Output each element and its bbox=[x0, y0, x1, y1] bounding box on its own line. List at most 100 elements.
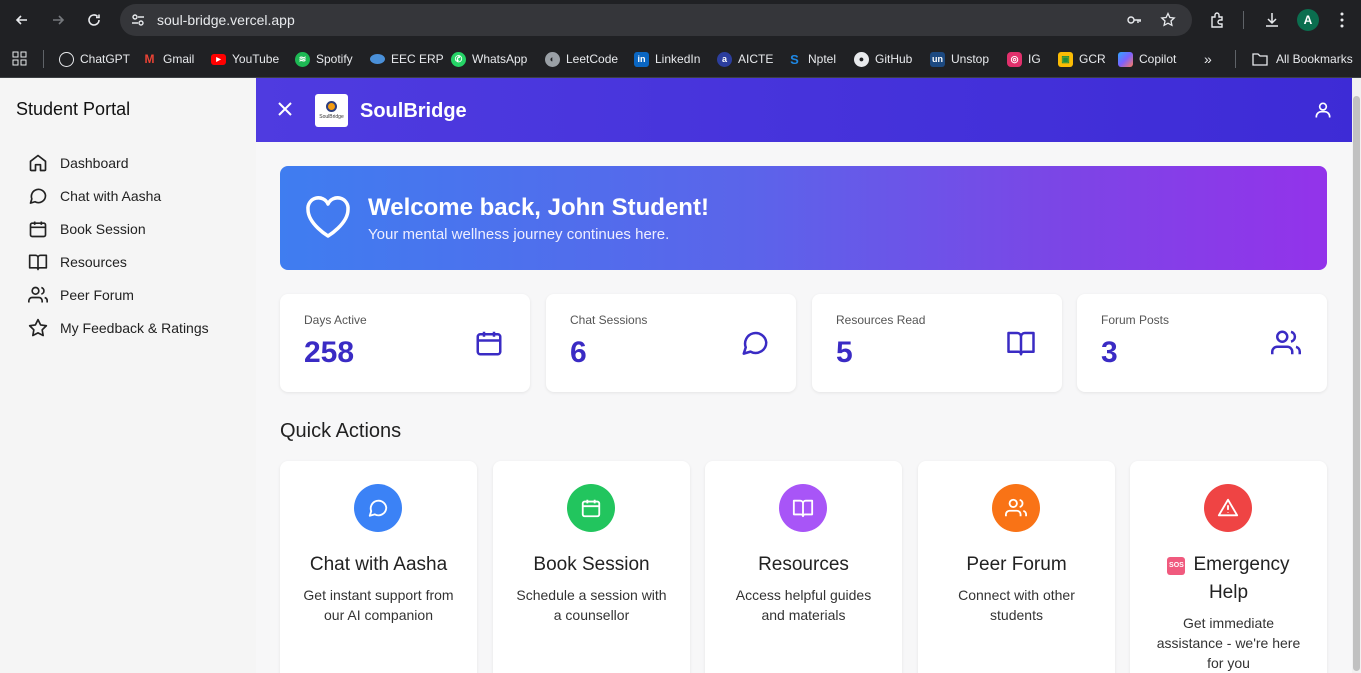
bookmark-ig[interactable]: ◎ IG bbox=[1007, 50, 1041, 68]
reload-icon bbox=[88, 14, 100, 26]
bookmark-whatsapp[interactable]: ✆ WhatsApp bbox=[451, 50, 527, 68]
sidebar-item-resources[interactable]: Resources bbox=[28, 251, 127, 273]
bookmark-leetcode[interactable]: ◐ LeetCode bbox=[545, 50, 618, 68]
stat-value: 6 bbox=[570, 336, 587, 369]
chat-icon bbox=[742, 331, 768, 355]
url-text[interactable]: soul-bridge.vercel.app bbox=[157, 12, 295, 28]
bookmark-gmail[interactable]: M Gmail bbox=[142, 50, 195, 68]
sidebar-item-book-session[interactable]: Book Session bbox=[28, 218, 146, 240]
profile-avatar[interactable]: A bbox=[1297, 9, 1319, 31]
forward-button[interactable] bbox=[46, 8, 70, 32]
back-button[interactable] bbox=[10, 8, 34, 32]
bookmark-aicte[interactable]: a AICTE bbox=[717, 50, 773, 68]
quick-action-chat[interactable]: Chat with Aasha Get instant support from… bbox=[280, 461, 477, 673]
welcome-banner: Welcome back, John Student! Your mental … bbox=[280, 166, 1327, 270]
arrow-right-icon bbox=[53, 15, 65, 25]
sidebar-item-peer-forum[interactable]: Peer Forum bbox=[28, 284, 134, 306]
sos-badge: SOS bbox=[1167, 557, 1186, 575]
key-icon[interactable] bbox=[1126, 12, 1142, 28]
bookmark-eec-erp[interactable]: EEC ERP bbox=[370, 50, 444, 68]
user-profile-icon[interactable] bbox=[1313, 100, 1333, 120]
home-icon bbox=[29, 154, 47, 172]
all-bookmarks-folder[interactable]: All Bookmarks bbox=[1252, 50, 1353, 68]
calendar-icon bbox=[476, 331, 502, 356]
card-title: Book Session bbox=[533, 554, 650, 575]
youtube-icon: ▶ bbox=[211, 53, 226, 65]
bookmarks-divider bbox=[43, 50, 44, 68]
whatsapp-icon: ✆ bbox=[451, 51, 466, 67]
book-icon bbox=[779, 484, 827, 532]
reload-button[interactable] bbox=[82, 8, 106, 32]
stat-card-resources-read: Resources Read 5 bbox=[812, 294, 1062, 392]
users-icon bbox=[1271, 330, 1301, 355]
brand-name: SoulBridge bbox=[360, 100, 467, 122]
stat-label: Resources Read bbox=[836, 313, 926, 327]
users-icon bbox=[992, 484, 1040, 532]
bookmark-chatgpt[interactable]: ChatGPT bbox=[59, 50, 130, 68]
bookmark-linkedin[interactable]: in LinkedIn bbox=[634, 50, 700, 68]
bookmark-spotify[interactable]: ≋ Spotify bbox=[295, 50, 353, 68]
toolbar-divider bbox=[1243, 11, 1244, 29]
bookmark-nptel[interactable]: S Nptel bbox=[787, 50, 836, 68]
stat-value: 5 bbox=[836, 336, 853, 369]
quick-actions-title: Quick Actions bbox=[280, 420, 402, 442]
linkedin-icon: in bbox=[634, 51, 649, 67]
quick-action-book-session[interactable]: Book Session Schedule a session with a c… bbox=[493, 461, 690, 673]
page-scrollbar[interactable] bbox=[1352, 78, 1361, 673]
chat-icon bbox=[29, 188, 47, 204]
welcome-title: Welcome back, John Student! bbox=[368, 194, 709, 221]
arrow-left-icon bbox=[15, 15, 27, 25]
apps-grid-icon[interactable] bbox=[12, 50, 28, 68]
more-bookmarks-chevron-icon[interactable]: » bbox=[1204, 50, 1212, 68]
quick-action-resources[interactable]: Resources Access helpful guides and mate… bbox=[705, 461, 902, 673]
close-icon[interactable] bbox=[276, 100, 294, 118]
sidebar-title: Student Portal bbox=[16, 99, 131, 119]
star-bookmark-icon[interactable] bbox=[1160, 12, 1176, 28]
star-icon bbox=[28, 318, 48, 337]
bookmark-github[interactable]: ● GitHub bbox=[854, 50, 912, 68]
instagram-icon: ◎ bbox=[1007, 51, 1022, 67]
site-settings-icon[interactable] bbox=[128, 10, 148, 30]
quick-action-peer-forum[interactable]: Peer Forum Connect with other students bbox=[918, 461, 1115, 673]
book-icon bbox=[1007, 331, 1035, 356]
menu-kebab-icon[interactable] bbox=[1332, 10, 1352, 30]
card-title: SOS Emergency Help bbox=[1167, 554, 1290, 603]
bookmark-gcr[interactable]: ▣ GCR bbox=[1058, 50, 1106, 68]
copilot-icon bbox=[1118, 51, 1133, 67]
eec-erp-icon bbox=[370, 54, 385, 64]
bookmarks-bar: ChatGPT M Gmail ▶ YouTube ≋ Spotify EEC ERP… bbox=[0, 40, 1361, 78]
card-description: Schedule a session with a counsellor bbox=[516, 587, 667, 623]
welcome-subtitle: Your mental wellness journey continues h… bbox=[368, 226, 670, 243]
download-icon[interactable] bbox=[1262, 10, 1282, 30]
stat-value: 258 bbox=[304, 336, 355, 369]
sidebar-item-chat[interactable]: Chat with Aasha bbox=[28, 185, 161, 207]
card-description: Get instant support from our AI companio… bbox=[303, 587, 454, 623]
sidebar-item-feedback[interactable]: My Feedback & Ratings bbox=[28, 317, 209, 339]
stat-card-days-active: Days Active 258 bbox=[280, 294, 530, 392]
chatgpt-icon bbox=[59, 51, 74, 67]
heart-icon bbox=[306, 196, 350, 238]
bookmark-unstop[interactable]: un Unstop bbox=[930, 50, 989, 68]
stat-label: Days Active bbox=[304, 313, 367, 327]
leetcode-icon: ◐ bbox=[545, 51, 560, 67]
card-description: Connect with other students bbox=[958, 587, 1075, 623]
bookmarks-divider-2 bbox=[1235, 50, 1236, 68]
bookmark-copilot[interactable]: Copilot bbox=[1118, 50, 1176, 68]
bookmark-youtube[interactable]: ▶ YouTube bbox=[211, 50, 279, 68]
extensions-icon[interactable] bbox=[1208, 10, 1228, 30]
google-classroom-icon: ▣ bbox=[1058, 51, 1073, 67]
scrollbar-thumb[interactable] bbox=[1353, 96, 1360, 671]
stat-card-chat-sessions: Chat Sessions 6 bbox=[546, 294, 796, 392]
soulbridge-logo: SoulBridge bbox=[315, 94, 348, 127]
sidebar-item-dashboard[interactable]: Dashboard bbox=[28, 152, 129, 174]
quick-action-emergency-help[interactable]: SOS Emergency Help Get immediate assistan… bbox=[1130, 461, 1327, 673]
calendar-icon bbox=[29, 221, 47, 238]
card-title: Resources bbox=[758, 554, 849, 575]
stat-label: Chat Sessions bbox=[570, 313, 648, 327]
card-description: Access helpful guides and materials bbox=[735, 587, 872, 623]
alert-icon bbox=[1204, 484, 1252, 532]
address-bar[interactable]: soul-bridge.vercel.app bbox=[120, 4, 1192, 36]
unstop-icon: un bbox=[930, 51, 945, 67]
spotify-icon: ≋ bbox=[295, 51, 310, 67]
card-title: Chat with Aasha bbox=[309, 554, 448, 575]
